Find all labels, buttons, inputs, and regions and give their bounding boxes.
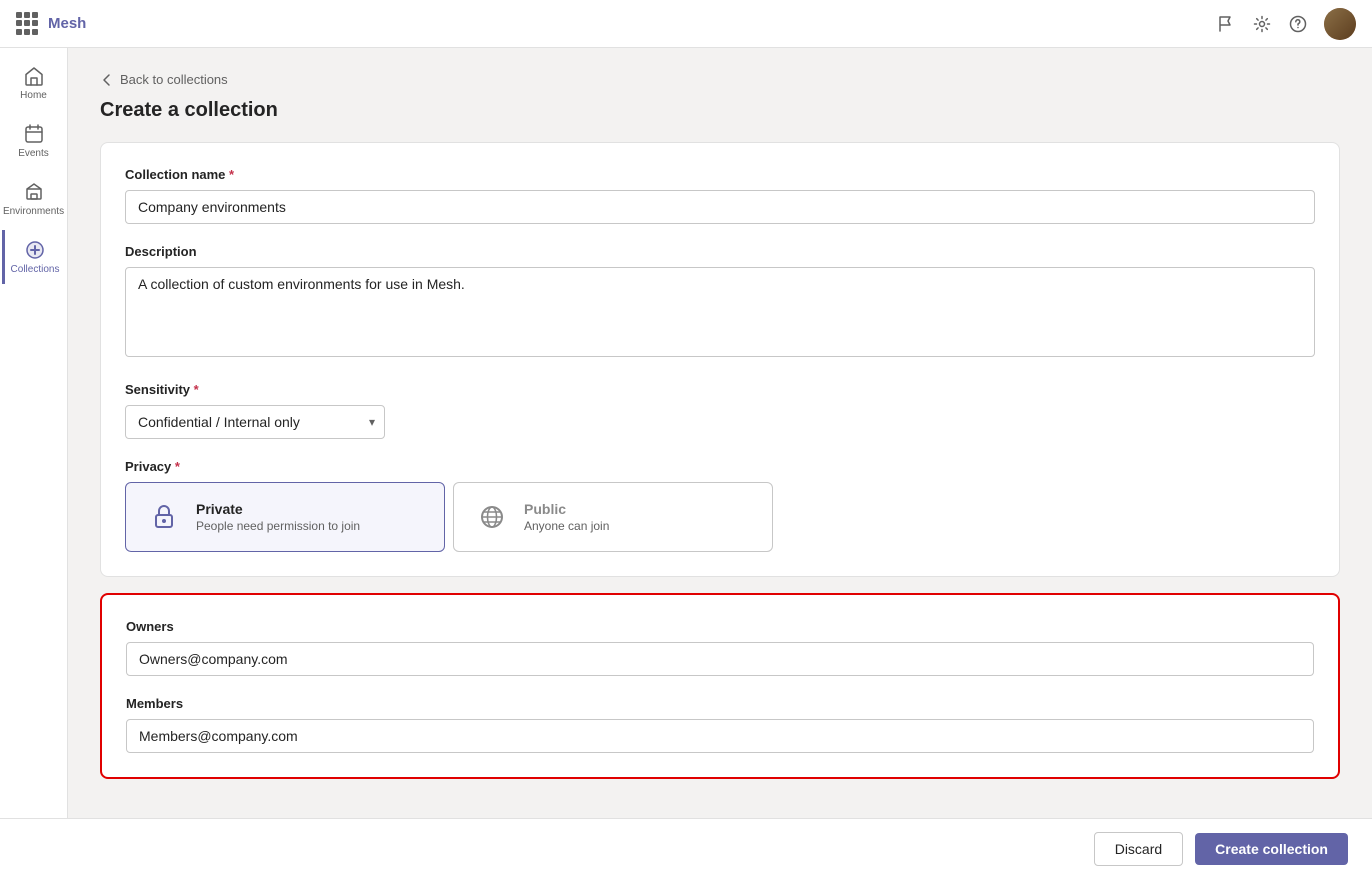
privacy-option-private[interactable]: Private People need permission to join (125, 482, 445, 552)
sidebar-item-environments[interactable]: Environments (2, 172, 66, 226)
owners-label: Owners (126, 619, 1314, 634)
globe-icon (474, 499, 510, 535)
required-marker: * (229, 167, 234, 182)
sidebar-item-home-label: Home (20, 90, 47, 102)
sidebar-item-events[interactable]: Events (2, 114, 66, 168)
description-input[interactable]: A collection of custom environments for … (125, 267, 1315, 357)
page-title: Create a collection (100, 99, 1340, 122)
privacy-option-public[interactable]: Public Anyone can join (453, 482, 773, 552)
members-group: Members (126, 696, 1314, 753)
bottom-bar: Discard Create collection (0, 818, 1372, 878)
back-to-collections[interactable]: Back to collections (100, 72, 1340, 87)
grid-icon[interactable] (16, 12, 40, 36)
topbar: Mesh (0, 0, 1372, 48)
public-text: Public Anyone can join (524, 501, 609, 533)
members-input[interactable] (126, 719, 1314, 753)
private-desc: People need permission to join (196, 519, 360, 533)
privacy-options: Private People need permission to join (125, 482, 1315, 552)
description-label: Description (125, 244, 1315, 259)
private-text: Private People need permission to join (196, 501, 360, 533)
public-title: Public (524, 501, 609, 517)
form-card: Collection name * Description A collecti… (100, 142, 1340, 577)
sensitivity-select[interactable]: Confidential / Internal only General Pub… (125, 405, 385, 439)
collection-name-label: Collection name * (125, 167, 1315, 182)
owners-group: Owners (126, 619, 1314, 676)
owners-input[interactable] (126, 642, 1314, 676)
discard-button[interactable]: Discard (1094, 832, 1183, 866)
members-label: Members (126, 696, 1314, 711)
sidebar: Home Events Environments (0, 48, 68, 818)
description-group: Description A collection of custom envir… (125, 244, 1315, 362)
sidebar-item-collections-label: Collections (11, 264, 60, 276)
private-title: Private (196, 501, 360, 517)
home-icon (22, 64, 46, 88)
environments-icon (22, 180, 46, 204)
sensitivity-label: Sensitivity * (125, 382, 1315, 397)
main-content: Back to collections Create a collection … (68, 48, 1372, 818)
collections-icon (23, 238, 47, 262)
sensitivity-group: Sensitivity * Confidential / Internal on… (125, 382, 1315, 439)
sidebar-item-events-label: Events (18, 148, 49, 160)
privacy-group: Privacy * Priva (125, 459, 1315, 552)
topbar-actions (1216, 8, 1356, 40)
events-icon (22, 122, 46, 146)
back-arrow-icon (100, 73, 114, 87)
settings-icon[interactable] (1252, 14, 1272, 34)
owners-members-card: Owners Members (100, 593, 1340, 779)
avatar[interactable] (1324, 8, 1356, 40)
collection-name-group: Collection name * (125, 167, 1315, 224)
create-collection-button[interactable]: Create collection (1195, 833, 1348, 865)
collection-name-input[interactable] (125, 190, 1315, 224)
app-title: Mesh (48, 15, 1208, 32)
sensitivity-select-wrapper: Confidential / Internal only General Pub… (125, 405, 385, 439)
public-desc: Anyone can join (524, 519, 609, 533)
help-icon[interactable] (1288, 14, 1308, 34)
sidebar-item-environments-label: Environments (3, 206, 64, 218)
lock-icon (146, 499, 182, 535)
back-label: Back to collections (120, 72, 228, 87)
privacy-label: Privacy * (125, 459, 1315, 474)
flag-icon[interactable] (1216, 14, 1236, 34)
sidebar-item-home[interactable]: Home (2, 56, 66, 110)
sidebar-item-collections[interactable]: Collections (2, 230, 66, 284)
layout: Home Events Environments (0, 48, 1372, 818)
